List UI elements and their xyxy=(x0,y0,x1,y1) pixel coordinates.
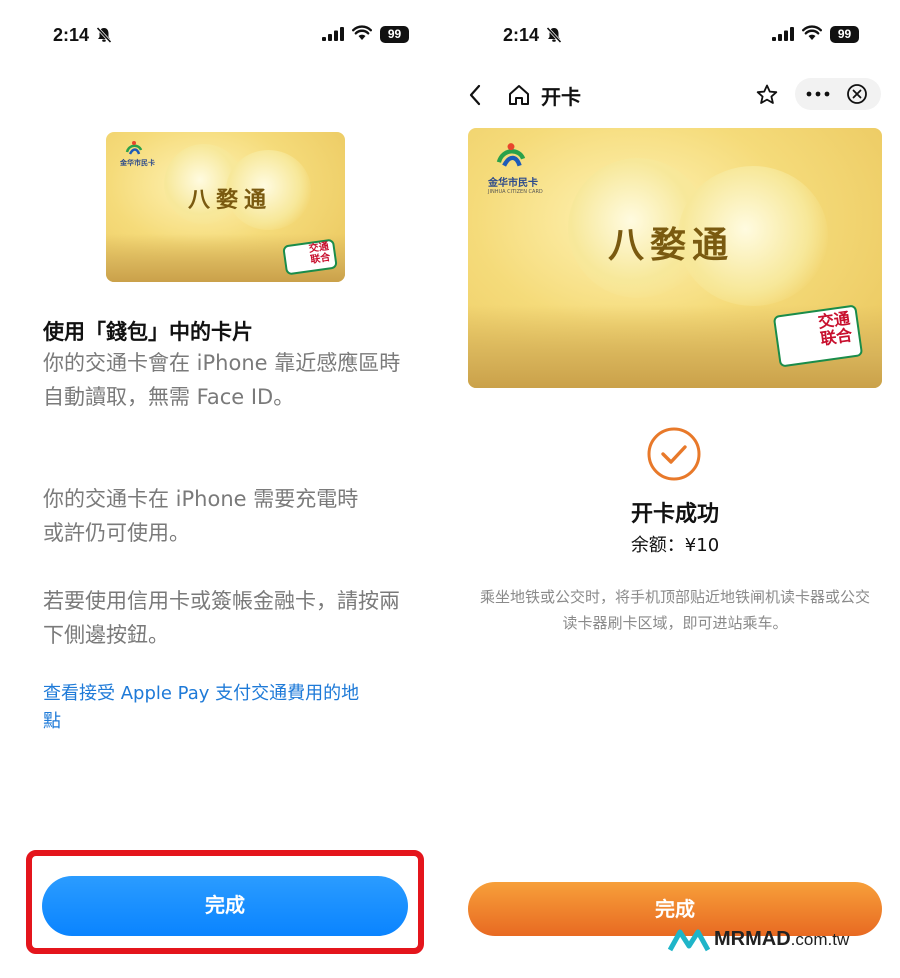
transit-card-image: 金华市民卡 JINHUA CITIZEN CARD 八婺通 交通 联合 xyxy=(468,128,882,388)
watermark-brand: MRMAD xyxy=(714,928,791,950)
back-chevron-icon[interactable] xyxy=(466,83,484,107)
close-icon[interactable] xyxy=(846,83,868,105)
card-name: 八婺通 xyxy=(608,224,735,266)
more-icon[interactable] xyxy=(805,88,831,100)
mrmad-logo-icon xyxy=(668,929,710,952)
home-icon[interactable] xyxy=(507,83,531,107)
usage-tip: 乘坐地铁或公交时，将手机顶部贴近地铁闸机读卡器或公交读卡器刷卡区域，即可进站乘车… xyxy=(480,588,871,632)
done-button[interactable]: 完成 xyxy=(42,876,408,936)
signal-icon xyxy=(772,27,794,41)
transit-card-image: 金华市民卡 八婺通 交通 联合 xyxy=(106,132,345,282)
battery-indicator: 99 xyxy=(830,26,859,43)
citizen-card-logo-icon xyxy=(125,141,143,155)
battery-indicator: 99 xyxy=(380,26,409,43)
balance-text: 余额：¥10 xyxy=(630,535,720,556)
watermark-suffix: .com.tw xyxy=(790,930,850,949)
card-issuer-text: 金华市民卡 xyxy=(120,159,155,167)
nav-title: 开卡 xyxy=(541,85,581,109)
info-paragraph: 你的交通卡會在 iPhone 靠近感應區時自動讀取，無需 Face ID。 xyxy=(43,351,401,409)
status-time: 2:14 xyxy=(53,25,90,45)
status-bar: 2:14 99 xyxy=(450,22,900,52)
card-name: 八婺通 xyxy=(188,187,273,213)
success-check-icon xyxy=(647,427,701,481)
signal-icon xyxy=(322,27,344,41)
page-title: 使用「錢包」中的卡片 xyxy=(43,320,253,344)
status-time: 2:14 xyxy=(503,25,540,45)
accepted-locations-link[interactable]: 查看接受 Apple Pay 支付交通費用的地點 xyxy=(43,680,363,736)
citizen-card-logo-icon xyxy=(496,143,526,167)
info-paragraph: 若要使用信用卡或簽帳金融卡，請按兩下側邊按鈕。 xyxy=(43,589,400,647)
status-bar: 2:14 99 xyxy=(0,22,450,52)
card-issuer-logo: 金华市民卡 xyxy=(120,140,155,168)
silent-bell-icon xyxy=(96,26,112,44)
card-issuer-logo: 金华市民卡 JINHUA CITIZEN CARD xyxy=(488,140,543,195)
wallet-screen: 2:14 99 金华市民卡 八婺通 交通 联合 使用「錢包」中的卡片 你的交通卡… xyxy=(0,0,450,978)
silent-bell-icon xyxy=(546,26,562,44)
info-paragraph: 你的交通卡在 iPhone 需要充電時或許仍可使用。 xyxy=(43,487,359,545)
star-icon[interactable] xyxy=(755,83,779,107)
card-issuer-subtext: JINHUA CITIZEN CARD xyxy=(488,189,543,195)
card-issuer-text: 金华市民卡 xyxy=(488,178,538,189)
wifi-icon xyxy=(802,25,822,40)
success-title: 开卡成功 xyxy=(630,502,719,527)
wifi-icon xyxy=(352,25,372,40)
